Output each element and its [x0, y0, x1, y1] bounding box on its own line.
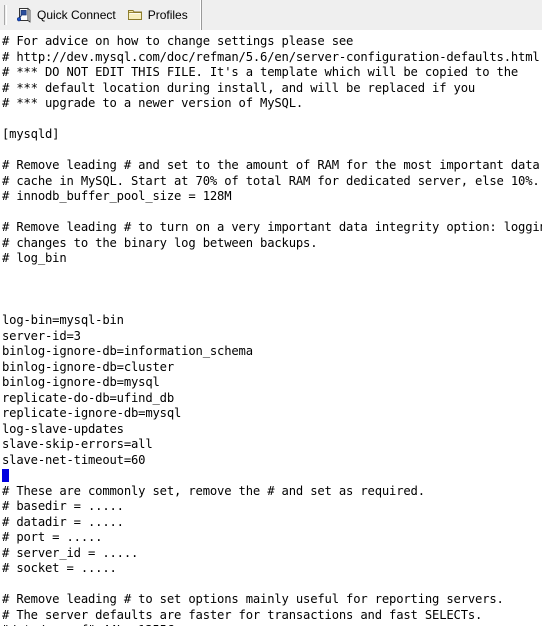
- profiles-button[interactable]: Profiles: [123, 2, 195, 28]
- terminal-screen[interactable]: # For advice on how to change settings p…: [0, 31, 542, 626]
- terminal-line: binlog-ignore-db=information_schema: [2, 344, 253, 358]
- terminal-line: binlog-ignore-db=cluster: [2, 359, 175, 374]
- toolbar: Quick Connect Profiles: [0, 0, 542, 31]
- quick-connect-button[interactable]: Quick Connect: [12, 2, 123, 28]
- text-cursor: [2, 469, 9, 482]
- terminal-cursor-line: [2, 468, 542, 484]
- terminal-line: # For advice on how to change settings p…: [2, 34, 354, 48]
- terminal-line: replicate-ignore-db=mysql: [2, 406, 182, 420]
- terminal-line: # The server defaults are faster for tra…: [2, 607, 483, 622]
- toolbar-group: Quick Connect Profiles: [0, 0, 202, 30]
- terminal-line: # basedir = .....: [2, 499, 124, 513]
- terminal-line: # *** upgrade to a newer version of MySQ…: [2, 96, 304, 110]
- terminal-line: replicate-do-db=ufind_db: [2, 390, 175, 405]
- terminal-line: "/etc/my.cnf" 44L, 1355C: [2, 623, 542, 626]
- terminal-line: # innodb_buffer_pool_size = 128M: [2, 189, 232, 203]
- terminal-line: # port = .....: [2, 530, 103, 544]
- terminal-line: log-bin=mysql-bin: [2, 313, 124, 327]
- terminal-line: # socket = .....: [2, 561, 117, 575]
- terminal-line: # log_bin: [2, 251, 67, 265]
- terminal-line: # cache in MySQL. Start at 70% of total …: [2, 173, 540, 188]
- terminal-line: # changes to the binary log between back…: [2, 235, 318, 250]
- terminal-line: # *** default location during install, a…: [2, 80, 476, 95]
- terminal-line: # Remove leading # to turn on a very imp…: [2, 220, 542, 234]
- profiles-folder-icon: [127, 7, 143, 23]
- toolbar-empty-area: [201, 0, 542, 30]
- terminal-line: log-slave-updates: [2, 421, 124, 436]
- terminal-line: slave-skip-errors=all: [2, 437, 153, 451]
- terminal-text-content: # For advice on how to change settings p…: [2, 34, 542, 626]
- terminal-line: # server_id = .....: [2, 545, 139, 560]
- quick-connect-icon: [16, 7, 32, 23]
- terminal-line: # datadir = .....: [2, 514, 124, 529]
- terminal-line: [mysqld]: [2, 127, 60, 141]
- terminal-line: server-id=3: [2, 328, 81, 343]
- terminal-line: # These are commonly set, remove the # a…: [2, 483, 425, 498]
- profiles-label: Profiles: [147, 8, 188, 22]
- terminal-line: # *** DO NOT EDIT THIS FILE. It's a temp…: [2, 65, 519, 79]
- quick-connect-label: Quick Connect: [37, 8, 116, 22]
- terminal-line: binlog-ignore-db=mysql: [2, 375, 160, 389]
- toolbar-drag-handle[interactable]: [4, 5, 7, 25]
- terminal-line: # Remove leading # and set to the amount…: [2, 158, 540, 172]
- terminal-line: # http://dev.mysql.com/doc/refman/5.6/en…: [2, 49, 540, 64]
- terminal-line: # Remove leading # to set options mainly…: [2, 592, 504, 606]
- terminal-line: slave-net-timeout=60: [2, 452, 146, 467]
